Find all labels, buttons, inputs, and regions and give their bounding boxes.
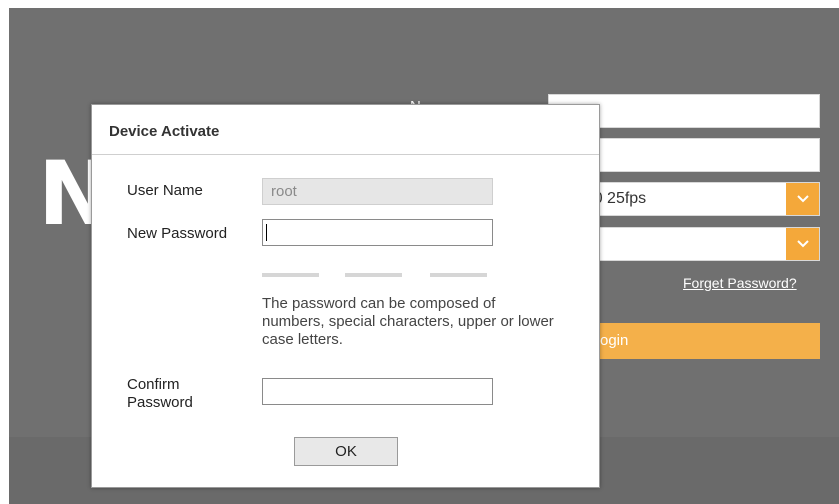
- new-password-label: New Password: [127, 225, 228, 242]
- dialog-title: Device Activate: [109, 123, 220, 140]
- ok-button[interactable]: OK: [294, 437, 398, 466]
- user-name-field: root: [262, 178, 493, 205]
- login-page: N N N ord x1080 25fps sh Forget Password…: [0, 0, 839, 504]
- chevron-down-icon[interactable]: [786, 183, 819, 215]
- chevron-down-icon[interactable]: [786, 228, 819, 260]
- confirm-label-line2: Password: [127, 394, 193, 411]
- strength-bar-strong: [430, 273, 487, 277]
- forget-password-link[interactable]: Forget Password?: [683, 275, 797, 291]
- confirm-password-field[interactable]: [262, 378, 493, 405]
- strength-bar-weak: [262, 273, 319, 277]
- confirm-password-label: Confirm Password: [127, 376, 193, 412]
- new-password-field[interactable]: [262, 219, 493, 246]
- device-activate-dialog: Device Activate User Name root New Passw…: [91, 104, 600, 488]
- user-name-label: User Name: [127, 182, 203, 199]
- strength-bar-medium: [345, 273, 402, 277]
- password-hint: The password can be composed of numbers,…: [262, 295, 554, 348]
- confirm-label-line1: Confirm: [127, 376, 180, 393]
- text-caret: [266, 224, 267, 241]
- dialog-header: Device Activate: [92, 105, 599, 155]
